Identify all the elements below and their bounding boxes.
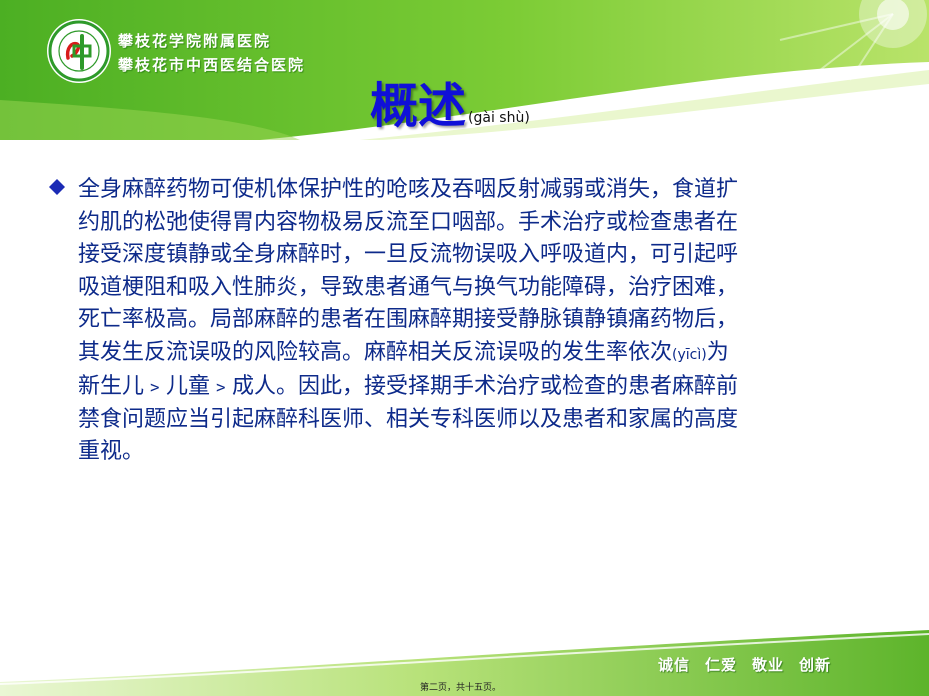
footer-motto: 诚信 仁爱 敬业 创新 — [658, 654, 846, 675]
paragraph-line: 重视。 — [78, 439, 145, 464]
hospital-name-line1: 攀枝花学院附属医院 — [118, 32, 272, 50]
paragraph-line: 约肌的松弛使得胃内容物极易反流至口咽部。手术治疗或检查患者在 — [78, 209, 739, 235]
hospital-name-line2: 攀枝花市中西医结合医院 — [118, 56, 306, 74]
title-text: 概述 — [370, 78, 467, 134]
paragraph-line: 吸道梗阻和吸入性肺炎，导致患者通气与换气功能障碍，治疗困难， — [78, 274, 739, 300]
motto-item: 仁爱 — [705, 656, 738, 674]
paragraph-line: 死亡率极高。局部麻醉的患者在围麻醉期接受静脉镇静镇痛药物后， — [78, 307, 739, 332]
paragraph-line: 全身麻醉药物可使机体保护性的呛咳及吞咽反射减弱或消失，食道扩 — [78, 177, 739, 202]
body-paragraph: 全身麻醉药物可使机体保护性的呛咳及吞咽反射减弱或消失，食道扩 约肌的松弛使得胃内… — [78, 174, 868, 469]
diamond-bullet-icon — [49, 179, 65, 195]
page-number: 第二页，共十五页。 — [420, 683, 502, 693]
slide: 攀枝花学院附属医院 攀枝花市中西医结合医院 概述 (gài shù) 全身麻醉药物… — [0, 0, 929, 696]
paragraph-line: 新生儿﹥儿童﹥成人。因此，接受择期手术治疗或检查的患者麻醉前 — [78, 374, 739, 399]
motto-item: 敬业 — [752, 656, 785, 674]
title-pinyin: (gài shù) — [468, 110, 530, 126]
paragraph-line-tail: 为 — [706, 339, 729, 365]
motto-item: 创新 — [799, 656, 832, 674]
paragraph-line-with-pinyin: 其发生反流误吸的风险较高。麻醉相关反流误吸的发生率依次(yīcì)为 — [78, 337, 868, 372]
paragraph-line-text: 其发生反流误吸的风险较高。麻醉相关反流误吸的发生率依次 — [78, 339, 673, 365]
paragraph-line: 接受深度镇静或全身麻醉时，一旦反流物误吸入呼吸道内，可引起呼 — [78, 242, 739, 267]
inline-pinyin: (yīcì) — [672, 346, 707, 363]
hospital-logo-icon — [47, 19, 111, 83]
page-title: 概述 (gài shù) — [370, 66, 530, 136]
motto-item: 诚信 — [658, 656, 691, 674]
paragraph-line: 禁食问题应当引起麻醉科医师、相关专科医师以及患者和家属的高度 — [78, 406, 739, 432]
